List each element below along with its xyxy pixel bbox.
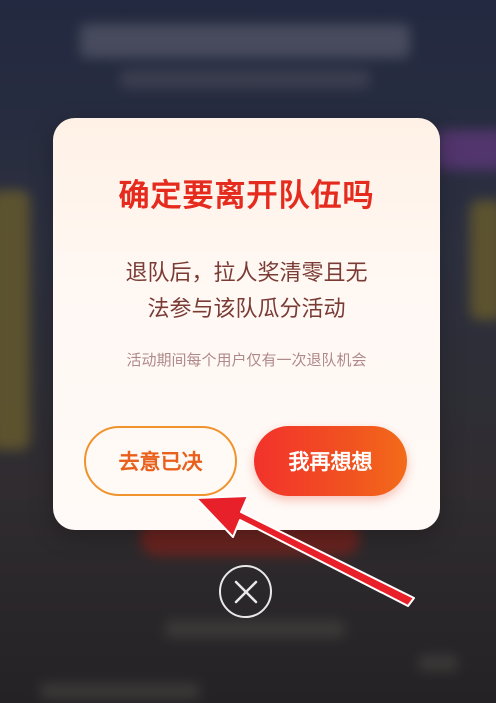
- dialog-message-line: 退队后，拉人奖清零且无: [125, 261, 368, 286]
- dialog-title: 确定要离开队伍吗: [118, 178, 375, 214]
- dialog-message-line: 法参与该队瓜分活动: [147, 297, 346, 322]
- close-icon[interactable]: [219, 565, 272, 618]
- stay-button[interactable]: 我再想想: [254, 426, 407, 496]
- leave-team-dialog: 确定要离开队伍吗 退队后，拉人奖清零且无 法参与该队瓜分活动 活动期间每个用户仅…: [53, 118, 440, 530]
- confirm-leave-button[interactable]: 去意已决: [84, 426, 237, 496]
- dialog-message: 退队后，拉人奖清零且无 法参与该队瓜分活动: [93, 256, 400, 328]
- screen: 确定要离开队伍吗 退队后，拉人奖清零且无 法参与该队瓜分活动 活动期间每个用户仅…: [0, 0, 496, 703]
- dialog-note: 活动期间每个用户仅有一次退队机会: [126, 351, 367, 369]
